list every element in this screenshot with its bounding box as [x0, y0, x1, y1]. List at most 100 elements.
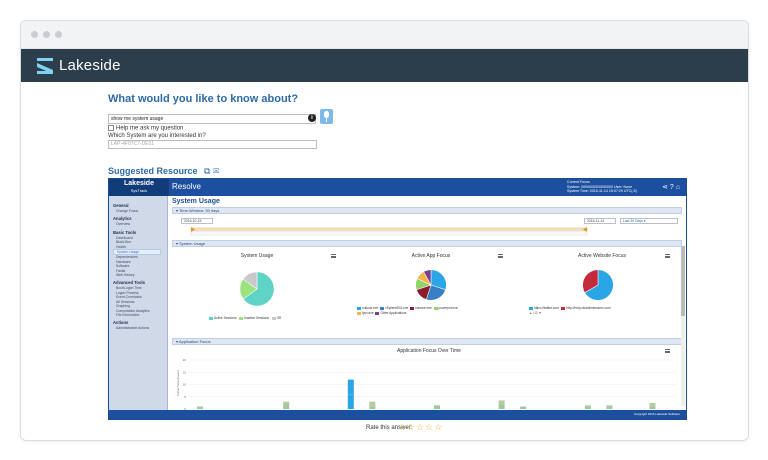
bar[interactable]: [347, 379, 354, 395]
y-tick-label: 20: [183, 358, 187, 362]
system-usage-label: System Usage: [179, 241, 206, 246]
bar[interactable]: [283, 401, 290, 405]
bar[interactable]: [649, 406, 656, 409]
microphone-button[interactable]: [320, 109, 333, 124]
legend-item: chrome.exe: [415, 306, 432, 310]
time-window-label: Time Window: 30 days: [179, 208, 220, 213]
system-label: Which System are you interested in?: [108, 133, 206, 139]
y-tick-label: 5: [184, 395, 186, 399]
logo-line2: SysTrack: [130, 188, 148, 193]
date-start-input[interactable]: 2016-10-15: [181, 218, 213, 224]
app-focus-pie: [415, 269, 447, 301]
web-focus-panel-title: Active Website Focus: [578, 253, 626, 259]
legend-item: vSphereEUI.exe: [385, 306, 409, 310]
web-focus-pie: [582, 269, 614, 301]
sidebar-item[interactable]: Web History: [113, 273, 167, 277]
question-heading: What would you like to know about?: [108, 93, 299, 105]
focus-info: Current Focus System: 0000000000000000 U…: [567, 180, 637, 194]
scrollbar-thumb[interactable]: [681, 246, 685, 316]
application-focus-label: Application Focus: [178, 339, 211, 344]
y-tick-label: 10: [183, 383, 187, 387]
help-checkbox[interactable]: [108, 125, 114, 131]
hamburger-menu-icon[interactable]: [498, 254, 503, 258]
window-dot: [31, 31, 38, 38]
page-title: System Usage: [172, 198, 220, 205]
sidebar-item[interactable]: Administrative Actions: [113, 326, 167, 330]
scrollbar[interactable]: [681, 246, 685, 406]
bar[interactable]: [369, 406, 376, 409]
bar[interactable]: [606, 406, 613, 409]
browser-chrome: [21, 21, 748, 49]
legend-item: Active Sessions: [214, 316, 237, 320]
rating-stars[interactable]: ☆☆☆☆☆: [398, 422, 443, 433]
systrack-logo: Lakeside SysTrack: [109, 179, 169, 196]
info-icon[interactable]: i: [308, 114, 316, 122]
header-icons: ⋖?⌂: [662, 183, 682, 191]
bar[interactable]: [584, 406, 591, 409]
footer-text: Copyright 2016 Lakeside Software: [634, 412, 680, 416]
sidebar-item[interactable]: Change Focus: [113, 209, 167, 213]
bar[interactable]: [606, 405, 613, 407]
help-label: Help me ask my question: [116, 125, 184, 132]
legend-item: outlook.exe: [362, 306, 379, 310]
suggested-heading: Suggested Resource: [108, 166, 198, 176]
hamburger-menu-icon[interactable]: [665, 254, 670, 258]
bar[interactable]: [283, 404, 290, 409]
lakeside-logo-icon: [37, 58, 53, 74]
legend-item: Off: [276, 316, 281, 320]
bar[interactable]: [434, 405, 440, 409]
email-icon[interactable]: ✉: [213, 166, 219, 176]
window-dot: [43, 31, 50, 38]
external-link-icon[interactable]: ⧉: [204, 166, 210, 176]
app-header: Lakeside: [21, 49, 748, 82]
hamburger-menu-icon[interactable]: [331, 254, 336, 258]
system-usage-pie: [239, 271, 275, 307]
time-window-header[interactable]: ▾ Time Window: 30 days: [172, 207, 682, 214]
bar[interactable]: [520, 406, 527, 409]
date-end-input[interactable]: 2016-11-14: [584, 218, 616, 224]
system-usage-legend: Active Sessions Inactive Sessions Off: [209, 316, 339, 321]
resource-title: Resolve: [172, 182, 201, 191]
legend-item: lync.exe: [362, 311, 374, 315]
focus-over-time-title: Application Focus Over Time: [397, 348, 461, 354]
suggested-actions: ⧉ ✉: [204, 166, 219, 177]
system-input[interactable]: LAP-4F07C7-DE01: [108, 140, 317, 149]
logo-line1: Lakeside: [124, 180, 154, 187]
app-focus-legend: outlook.exe vSphereEUI.exe chrome.exe po…: [357, 306, 507, 316]
legend-item: Other Applications: [380, 311, 407, 315]
resource-footer: Copyright 2016 Lakeside Software: [109, 410, 686, 419]
bar[interactable]: [584, 405, 591, 407]
bar[interactable]: [347, 394, 354, 409]
bar[interactable]: [197, 406, 203, 409]
focus-info-line: System Time: 2016-11-14 15:07:29 UTC(-5): [567, 189, 637, 193]
bar[interactable]: [369, 401, 376, 407]
focus-over-time-chart: Focus Time (hours)05101520: [176, 358, 675, 411]
question-input[interactable]: show me system usage: [108, 114, 316, 124]
resource-main: System Usage ▾ Time Window: 30 days 2016…: [169, 196, 686, 411]
legend-item: Inactive Sessions: [244, 316, 269, 320]
window-dot: [55, 31, 62, 38]
suggested-resource-frame: Lakeside SysTrack Resolve Current Focus …: [108, 178, 687, 420]
sidebar-item[interactable]: File Information: [113, 313, 167, 317]
y-axis-label: Focus Time (hours): [176, 370, 180, 396]
legend-item: https://twitter.com: [534, 306, 559, 310]
bar[interactable]: [649, 402, 656, 407]
bar[interactable]: [498, 404, 505, 409]
sidebar-item[interactable]: Overview: [113, 222, 167, 226]
time-slider[interactable]: [189, 225, 589, 237]
resource-sidebar: General Change Focus Analytics Overview Basi…: [109, 196, 168, 411]
legend-item: powerpnt.exe: [438, 306, 458, 310]
share-icon[interactable]: ⋖: [662, 184, 670, 191]
range-select-label: Last 30 Days: [623, 219, 643, 223]
hamburger-menu-icon[interactable]: [665, 349, 670, 353]
app-name: Lakeside: [59, 57, 121, 74]
web-focus-legend: https://twitter.com http://help.clickdim…: [529, 306, 611, 315]
application-focus-header[interactable]: ▾ Application Focus: [172, 338, 682, 345]
range-select[interactable]: Last 30 Days ▾: [620, 218, 678, 224]
help-checkbox-row[interactable]: Help me ask my question: [108, 125, 183, 132]
bar[interactable]: [498, 400, 505, 405]
home-icon[interactable]: ⌂: [676, 184, 682, 191]
legend-item: http://help.clickdimensions.com: [566, 306, 611, 310]
system-usage-header[interactable]: ▾ System Usage: [172, 240, 682, 247]
y-tick-label: 15: [183, 370, 187, 374]
